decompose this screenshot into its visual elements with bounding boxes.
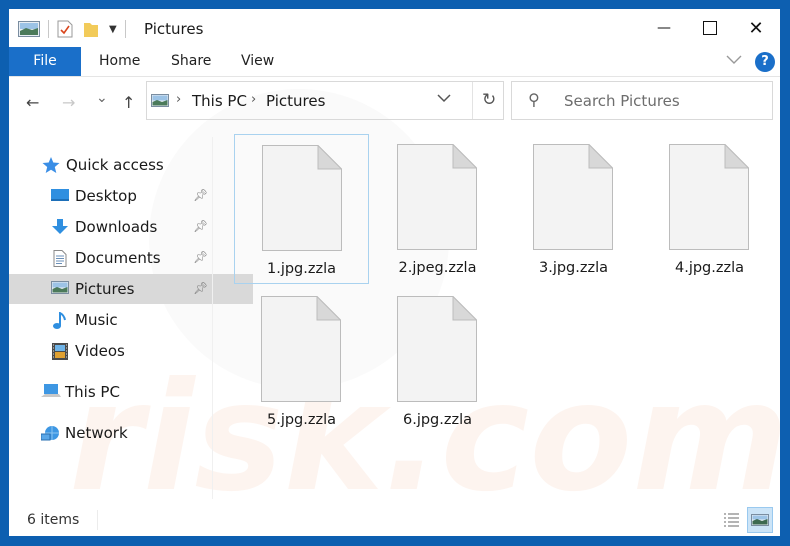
- pin-icon[interactable]: 📌︎: [193, 281, 208, 295]
- file-list: 1.jpg.zzla 2.jpeg.zzla 3.jpg.zzla 4.jpg.…: [221, 129, 780, 499]
- refresh-button[interactable]: ↻: [482, 90, 496, 110]
- up-button[interactable]: ↑: [122, 93, 135, 112]
- sidebar-item-downloads[interactable]: Downloads 📌︎: [9, 212, 253, 242]
- address-bar[interactable]: › This PC › Pictures ↻: [146, 81, 504, 120]
- search-box[interactable]: ⚲ Search Pictures: [511, 81, 773, 120]
- maximize-icon: [703, 21, 717, 35]
- minimize-icon: —: [657, 20, 671, 36]
- search-icon: ⚲: [528, 90, 540, 109]
- star-icon: [42, 157, 60, 173]
- new-folder-icon[interactable]: [83, 20, 99, 38]
- status-bar: 6 items: [9, 504, 780, 536]
- ribbon-tabs: File Home Share View ?: [9, 47, 780, 77]
- large-icons-view-icon: [751, 514, 769, 526]
- file-name: 1.jpg.zzla: [266, 261, 337, 277]
- pin-icon[interactable]: 📌︎: [193, 219, 208, 233]
- address-history-dropdown-icon[interactable]: [437, 92, 451, 106]
- pin-icon[interactable]: 📌︎: [193, 188, 208, 202]
- music-icon: [51, 311, 69, 329]
- large-icons-view-button[interactable]: [747, 507, 773, 533]
- file-name: 5.jpg.zzla: [266, 412, 337, 428]
- pictures-app-icon: [18, 21, 40, 37]
- file-name: 4.jpg.zzla: [674, 260, 745, 276]
- blank-file-icon: [397, 296, 477, 402]
- desktop-icon: [51, 188, 69, 204]
- sidebar-item-network[interactable]: Network: [9, 418, 243, 448]
- sidebar-item-label: This PC: [65, 383, 120, 401]
- sidebar-item-label: Documents: [75, 249, 161, 267]
- sidebar-item-label: Desktop: [75, 187, 137, 205]
- file-item[interactable]: 4.jpg.zzla: [642, 134, 777, 284]
- pane-splitter[interactable]: [212, 137, 213, 499]
- breadcrumb-pictures[interactable]: Pictures: [266, 92, 325, 110]
- sidebar-item-documents[interactable]: Documents 📌︎: [9, 243, 253, 273]
- qat-customize-dropdown-icon[interactable]: ▼: [109, 24, 117, 35]
- videos-icon: [51, 343, 69, 360]
- file-item[interactable]: 5.jpg.zzla: [234, 286, 369, 436]
- sidebar-item-label: Quick access: [66, 156, 164, 174]
- qat-separator: [124, 20, 126, 38]
- file-name: 3.jpg.zzla: [538, 260, 609, 276]
- file-name: 2.jpeg.zzla: [398, 260, 477, 276]
- file-item[interactable]: 3.jpg.zzla: [506, 134, 641, 284]
- pictures-location-icon: [151, 94, 169, 107]
- file-item[interactable]: 6.jpg.zzla: [370, 286, 505, 436]
- file-explorer-window: risk.com ▼ Pictures — ✕ File Home Share …: [9, 9, 780, 536]
- details-view-button[interactable]: [719, 507, 745, 533]
- recent-locations-button[interactable]: ⌄: [96, 90, 108, 106]
- breadcrumb-separator-icon: ›: [176, 92, 182, 107]
- tab-home[interactable]: Home: [99, 47, 140, 76]
- blank-file-icon: [669, 144, 749, 250]
- blank-file-icon: [533, 144, 613, 250]
- sidebar-item-quick-access[interactable]: Quick access: [9, 150, 244, 180]
- navigation-bar: ← → ⌄ ↑ › This PC › Pictures ↻ ⚲ Search …: [9, 77, 780, 129]
- breadcrumb-separator-icon: ›: [251, 92, 257, 107]
- sidebar-item-label: Network: [65, 424, 128, 442]
- title-bar: ▼ Pictures — ✕: [9, 9, 780, 47]
- file-name: 6.jpg.zzla: [402, 412, 473, 428]
- quick-access-toolbar: ▼: [18, 19, 134, 39]
- sidebar-item-pictures[interactable]: Pictures 📌︎: [9, 274, 253, 304]
- window-title: Pictures: [144, 20, 204, 38]
- minimize-button[interactable]: —: [641, 9, 687, 47]
- blank-file-icon: [262, 145, 342, 251]
- forward-button[interactable]: →: [62, 93, 75, 112]
- network-icon: [40, 425, 59, 441]
- blank-file-icon: [261, 296, 341, 402]
- sidebar-item-videos[interactable]: Videos: [9, 336, 253, 366]
- breadcrumb-this-pc[interactable]: This PC: [192, 92, 247, 110]
- expand-ribbon-chevron-icon[interactable]: [726, 53, 742, 69]
- pictures-icon: [51, 281, 69, 297]
- blank-file-icon: [397, 144, 477, 250]
- properties-icon[interactable]: [57, 20, 73, 38]
- download-icon: [51, 219, 69, 235]
- help-button[interactable]: ?: [755, 52, 775, 72]
- navigation-pane: Quick access Desktop 📌︎ Downloads 📌︎ Doc…: [9, 137, 253, 497]
- sidebar-item-desktop[interactable]: Desktop 📌︎: [9, 181, 253, 211]
- tab-file[interactable]: File: [9, 47, 81, 76]
- maximize-button[interactable]: [687, 9, 733, 47]
- sidebar-item-music[interactable]: Music: [9, 305, 253, 335]
- computer-icon: [41, 384, 61, 400]
- back-button[interactable]: ←: [26, 93, 39, 112]
- sidebar-item-label: Music: [75, 311, 118, 329]
- details-view-icon: [724, 513, 739, 527]
- item-count: 6 items: [27, 512, 80, 528]
- status-separator: [97, 510, 98, 530]
- qat-separator: [48, 20, 49, 38]
- sidebar-item-label: Videos: [75, 342, 125, 360]
- sidebar-item-label: Pictures: [75, 280, 135, 298]
- sidebar-item-label: Downloads: [75, 218, 158, 236]
- documents-icon: [51, 250, 69, 267]
- file-item[interactable]: 1.jpg.zzla: [234, 134, 369, 284]
- address-divider: [472, 82, 473, 119]
- tab-view[interactable]: View: [241, 47, 274, 76]
- pin-icon[interactable]: 📌︎: [193, 250, 208, 264]
- sidebar-item-this-pc[interactable]: This PC: [9, 377, 243, 407]
- file-item[interactable]: 2.jpeg.zzla: [370, 134, 505, 284]
- close-icon: ✕: [748, 17, 764, 39]
- close-button[interactable]: ✕: [733, 9, 779, 47]
- tab-share[interactable]: Share: [171, 47, 211, 76]
- search-input[interactable]: Search Pictures: [564, 92, 680, 110]
